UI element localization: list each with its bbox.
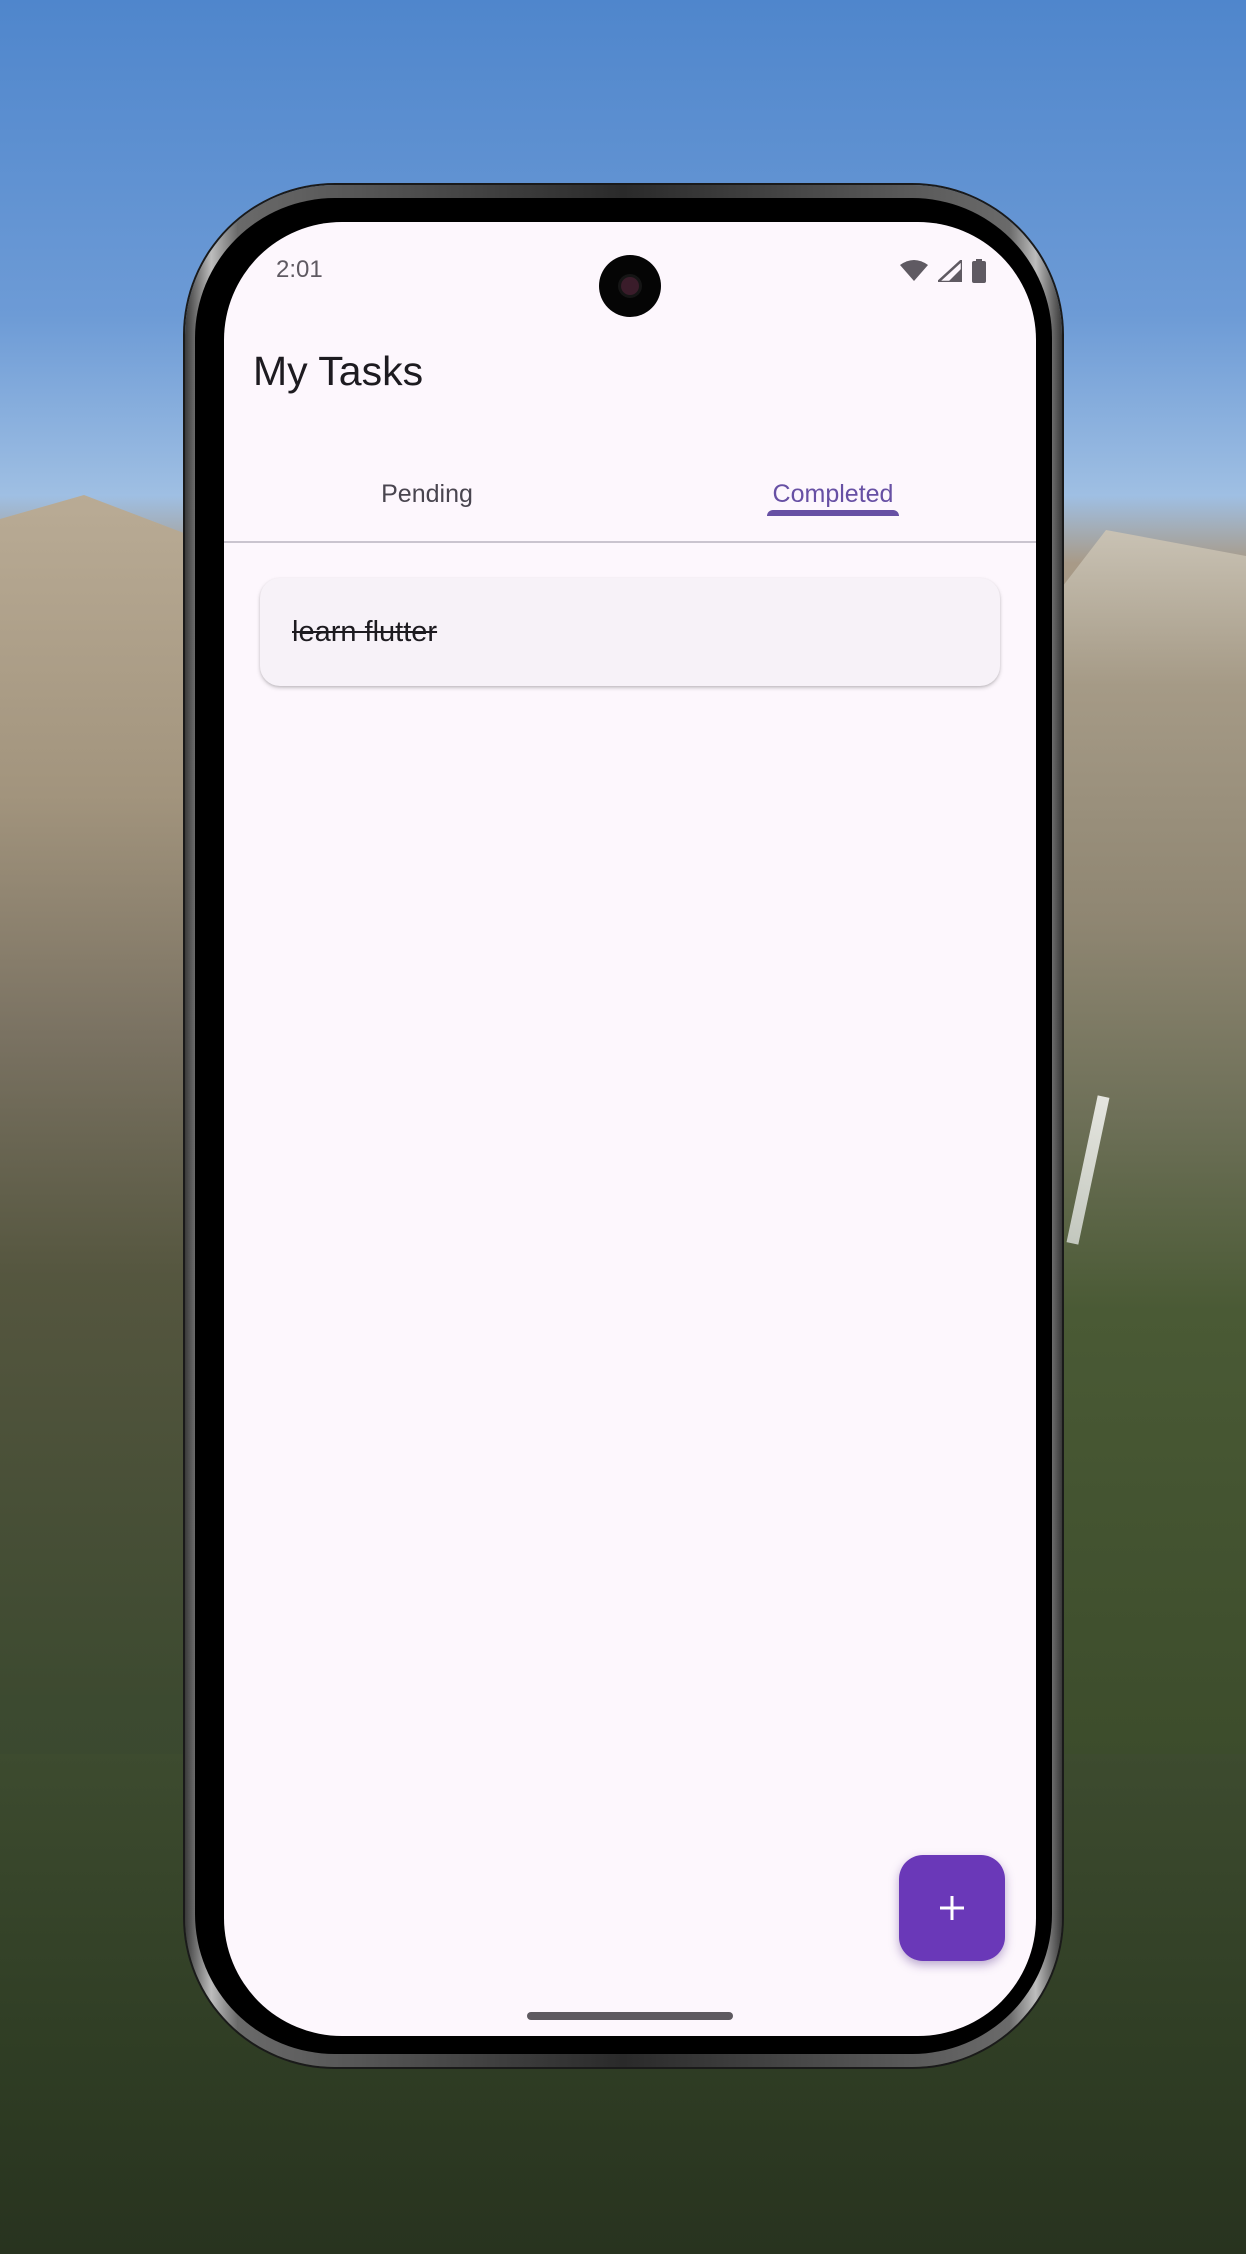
tab-pending[interactable]: Pending: [224, 447, 630, 541]
status-icons: [900, 259, 986, 283]
add-task-button[interactable]: [899, 1855, 1005, 1961]
battery-icon: [972, 259, 986, 283]
front-camera: [599, 255, 661, 317]
signal-icon: [938, 260, 962, 282]
tab-completed[interactable]: Completed: [630, 447, 1036, 541]
task-card[interactable]: learn flutter: [260, 578, 1000, 686]
home-gesture-bar[interactable]: [527, 2012, 733, 2020]
page-title: My Tasks: [253, 348, 424, 394]
phone-screen: 2:01 My Tasks Pending Completed learn fl…: [224, 222, 1036, 2036]
wifi-icon: [900, 260, 928, 281]
tab-bar: Pending Completed: [224, 447, 1036, 543]
tab-selected-indicator: [767, 510, 899, 516]
cliff-left-scenery: [0, 495, 210, 1695]
cliff-right-scenery: [1046, 530, 1246, 1830]
status-time: 2:01: [276, 256, 323, 283]
task-title: learn flutter: [292, 615, 438, 648]
plus-icon: [940, 1896, 964, 1920]
status-bar: 2:01: [224, 222, 1036, 322]
